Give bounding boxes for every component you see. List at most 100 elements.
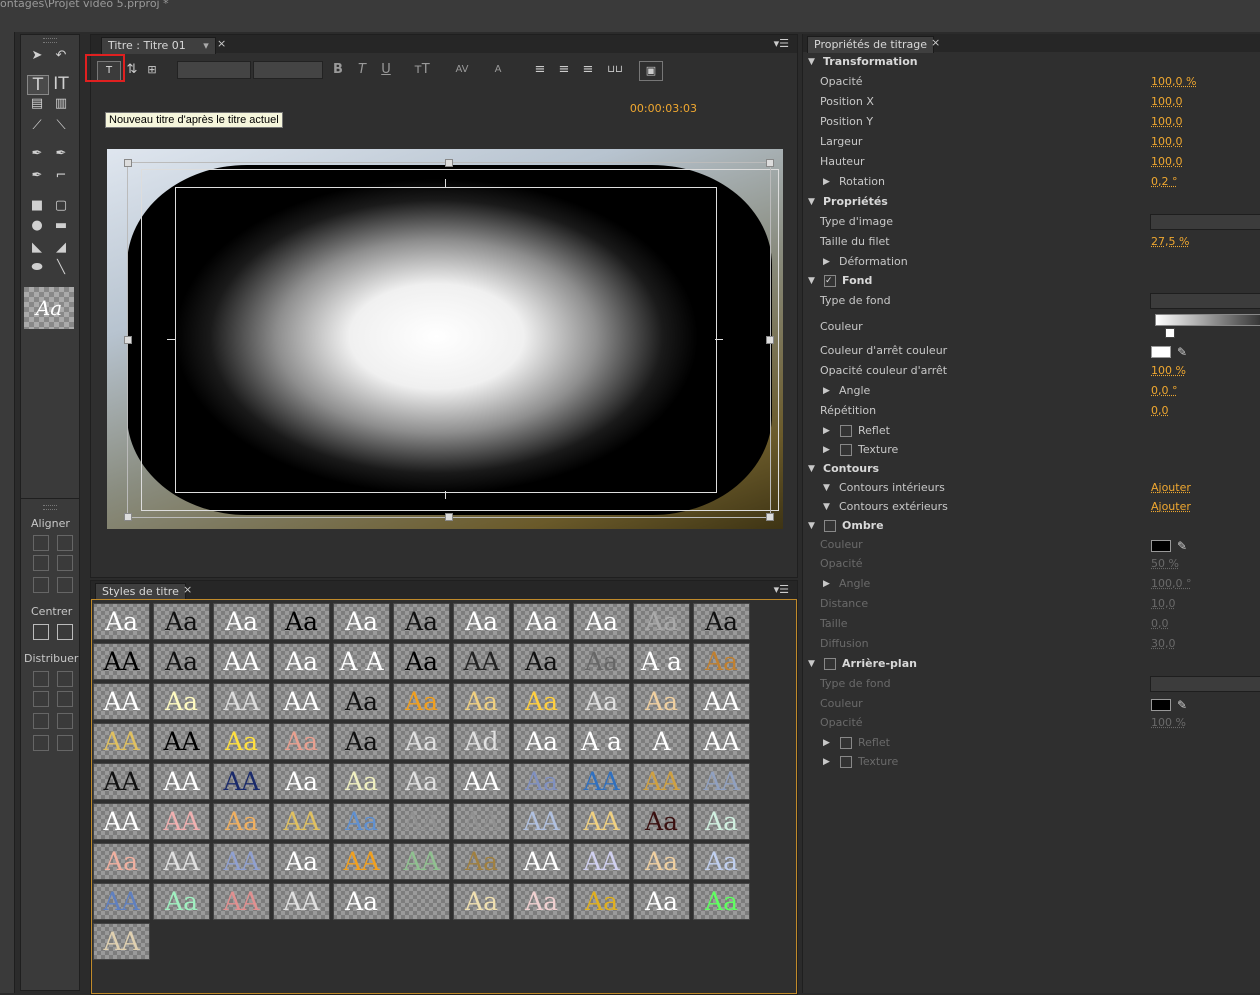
font-style-select[interactable]: [253, 61, 323, 79]
style-swatch[interactable]: Aa: [333, 883, 390, 920]
center-vertical-icon[interactable]: [57, 624, 73, 640]
rectangle-tool-icon[interactable]: ■: [27, 197, 47, 215]
vertical-area-type-tool-icon[interactable]: ▥: [51, 95, 71, 113]
close-icon[interactable]: ×: [931, 36, 940, 49]
style-swatch[interactable]: Aa: [273, 643, 330, 680]
property-checkbox[interactable]: [840, 444, 852, 456]
delete-anchor-tool-icon[interactable]: ✒: [51, 145, 71, 163]
type-tool-icon[interactable]: T: [27, 75, 49, 95]
style-swatch[interactable]: AA: [453, 763, 510, 800]
align-panel-grip[interactable]: [43, 505, 57, 510]
area-type-tool-icon[interactable]: ▤: [27, 95, 47, 113]
style-swatch[interactable]: Aa: [513, 683, 570, 720]
path-type-tool-icon[interactable]: ⟋: [27, 117, 47, 135]
property-value[interactable]: Ajouter: [1151, 479, 1191, 497]
style-swatch[interactable]: Aa: [513, 763, 570, 800]
templates-icon[interactable]: ⊞: [143, 61, 161, 79]
style-swatch[interactable]: AA: [453, 643, 510, 680]
disclosure-triangle-icon[interactable]: ▶: [823, 173, 830, 191]
disclosure-triangle-icon[interactable]: ▶: [823, 575, 830, 593]
property-value[interactable]: 0,2 °: [1151, 173, 1178, 191]
align-vcenter-icon[interactable]: [57, 555, 73, 571]
style-swatch[interactable]: Aa: [573, 883, 630, 920]
style-swatch[interactable]: AA: [213, 883, 270, 920]
style-swatch[interactable]: Aa: [93, 603, 150, 640]
style-swatch[interactable]: Aa: [633, 843, 690, 880]
vertical-type-tool-icon[interactable]: ⅠT: [51, 75, 71, 93]
property-checkbox[interactable]: [840, 756, 852, 768]
property-checkbox[interactable]: [840, 425, 852, 437]
style-swatch[interactable]: AA: [573, 803, 630, 840]
kerning-icon[interactable]: AV: [453, 61, 471, 79]
style-swatch[interactable]: AA: [693, 763, 750, 800]
style-swatch[interactable]: Aa: [693, 883, 750, 920]
timecode[interactable]: 00:00:03:03: [630, 102, 697, 115]
disclosure-triangle-icon[interactable]: ▼: [823, 498, 830, 516]
style-swatch[interactable]: Aa: [573, 683, 630, 720]
distribute-hcenter-icon[interactable]: [33, 691, 49, 707]
align-bottom-icon[interactable]: [57, 577, 73, 593]
property-value[interactable]: 10,0: [1151, 595, 1176, 613]
gradient-stop-handle[interactable]: [1165, 328, 1175, 338]
ellipse-tool-icon[interactable]: ⬬: [27, 259, 47, 277]
style-swatch[interactable]: Aa: [213, 603, 270, 640]
style-swatch[interactable]: Aa: [393, 763, 450, 800]
resize-handle-bl[interactable]: [124, 513, 132, 521]
title-dropdown-icon[interactable]: ▾: [203, 39, 209, 52]
color-swatch[interactable]: [1151, 540, 1171, 552]
style-swatch[interactable]: Aa: [633, 883, 690, 920]
style-swatch[interactable]: AA: [693, 683, 750, 720]
property-value[interactable]: 27,5 %: [1151, 233, 1189, 251]
disclosure-triangle-icon[interactable]: ▼: [808, 272, 815, 290]
font-size-icon[interactable]: ᴛT: [413, 61, 431, 79]
property-value[interactable]: 100 %: [1151, 362, 1186, 380]
property-checkbox[interactable]: [840, 737, 852, 749]
style-swatch[interactable]: Aa: [453, 843, 510, 880]
style-swatch[interactable]: Aa: [93, 843, 150, 880]
close-icon[interactable]: ×: [183, 583, 192, 596]
property-value[interactable]: 50 %: [1151, 555, 1179, 573]
tab-styles[interactable]: Styles de titre: [95, 583, 186, 600]
style-swatch[interactable]: AA: [213, 763, 270, 800]
distribute-vspace-icon[interactable]: [57, 735, 73, 751]
panel-grip[interactable]: [43, 38, 57, 43]
property-value[interactable]: 100,0: [1151, 113, 1183, 131]
style-swatch[interactable]: Aa: [213, 803, 270, 840]
style-swatch[interactable]: Aa: [333, 763, 390, 800]
property-value[interactable]: 100,0: [1151, 133, 1183, 151]
eyedropper-icon[interactable]: ✎: [1177, 343, 1187, 361]
line-tool-icon[interactable]: ╲: [51, 259, 71, 277]
style-swatch[interactable]: AA: [273, 683, 330, 720]
style-swatch[interactable]: Aa: [393, 723, 450, 760]
distribute-bottom-icon[interactable]: [57, 713, 73, 729]
style-swatch[interactable]: Aa: [693, 843, 750, 880]
selection-tool-icon[interactable]: ➤: [27, 47, 47, 65]
tab-title[interactable]: Titre : Titre 01 ▾: [101, 37, 216, 54]
style-swatch[interactable]: AA: [513, 803, 570, 840]
disclosure-triangle-icon[interactable]: ▼: [808, 460, 815, 478]
resize-handle-tl[interactable]: [124, 159, 132, 167]
eyedropper-icon[interactable]: ✎: [1177, 537, 1187, 555]
property-value[interactable]: 100,0: [1151, 93, 1183, 111]
style-swatch[interactable]: Aa: [213, 723, 270, 760]
style-swatch[interactable]: AA: [633, 763, 690, 800]
style-swatch[interactable]: Aa: [153, 603, 210, 640]
style-swatch[interactable]: Aa: [273, 603, 330, 640]
style-swatch[interactable]: A a: [633, 643, 690, 680]
style-swatch[interactable]: AA: [213, 843, 270, 880]
style-swatch[interactable]: A: [633, 723, 690, 760]
style-swatch[interactable]: AA: [513, 843, 570, 880]
rounded-corner-rectangle-tool-icon[interactable]: ▬: [51, 217, 71, 235]
style-swatch[interactable]: Aa: [633, 603, 690, 640]
disclosure-triangle-icon[interactable]: ▶: [823, 441, 830, 459]
panel-menu-icon[interactable]: ▾☰: [774, 37, 789, 50]
style-swatch[interactable]: AA: [93, 803, 150, 840]
property-dropdown[interactable]: [1150, 293, 1260, 309]
property-value[interactable]: 100,0 %: [1151, 73, 1196, 91]
style-swatch[interactable]: Aa: [333, 603, 390, 640]
align-left-icon[interactable]: [33, 535, 49, 551]
resize-handle-l[interactable]: [124, 336, 132, 344]
underline-icon[interactable]: U: [379, 61, 393, 79]
tab-stops-icon[interactable]: ⊔⊔: [605, 61, 625, 79]
style-swatch[interactable]: AA: [453, 803, 510, 840]
